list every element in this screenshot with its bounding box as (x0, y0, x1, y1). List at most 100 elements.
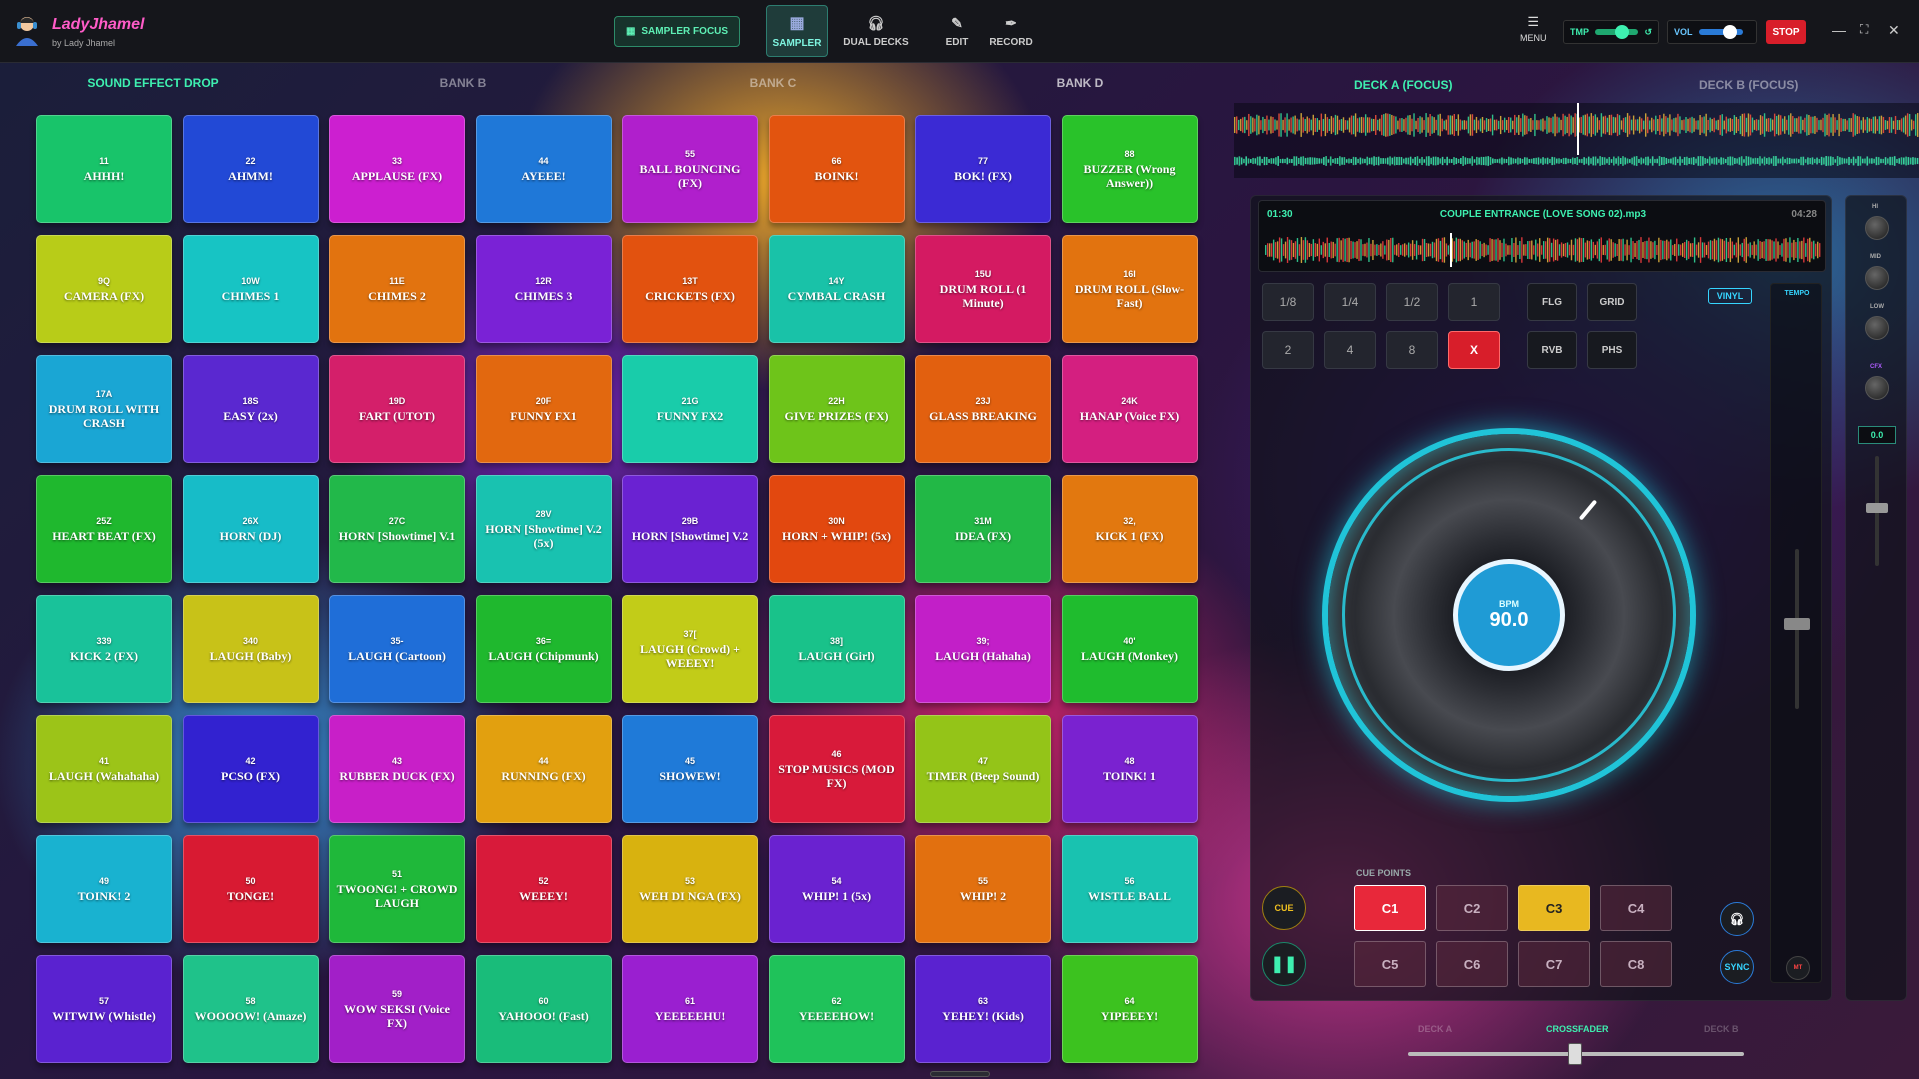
tab-deck-b[interactable]: DECK B (FOCUS) (1699, 78, 1798, 92)
sampler-pad[interactable]: 43 RUBBER DUCK (FX) (329, 715, 465, 823)
headphone-cue-button[interactable]: 🎧︎ (1720, 902, 1754, 936)
channel-fader-knob[interactable] (1866, 503, 1888, 513)
pitch-fader-knob[interactable] (1784, 618, 1810, 630)
sampler-pad[interactable]: 14Y CYMBAL CRASH (768, 235, 905, 343)
sampler-pad[interactable]: 53 WEH DI NGA (FX) (622, 835, 758, 943)
sampler-pad[interactable]: 63 YEHEY! (Kids) (915, 955, 1051, 1063)
sampler-pad[interactable]: 45 SHOWEW! (622, 715, 758, 823)
tab-sound-effect-drop[interactable]: SOUND EFFECT DROP (87, 76, 218, 90)
cue-point-button[interactable]: C8 (1600, 941, 1672, 987)
sampler-pad[interactable]: 46 STOP MUSICS (MOD FX) (768, 715, 905, 823)
loop-button[interactable]: 8 (1386, 331, 1438, 369)
sampler-pad[interactable]: 33 APPLAUSE (FX) (329, 115, 465, 223)
tab-bank-c[interactable]: BANK C (750, 76, 797, 90)
tab-bank-d[interactable]: BANK D (1057, 76, 1104, 90)
sampler-pad[interactable]: 39; LAUGH (Hahaha) (915, 595, 1051, 703)
volume-knob[interactable] (1722, 25, 1737, 39)
close-icon[interactable]: ✕ (1888, 22, 1900, 39)
sampler-pad[interactable]: 16I DRUM ROLL (Slow-Fast) (1061, 235, 1198, 343)
crossfader-knob[interactable] (1568, 1043, 1582, 1065)
cfx-knob[interactable] (1865, 376, 1889, 400)
cue-point-button[interactable]: C5 (1354, 941, 1426, 987)
minimize-icon[interactable]: — (1832, 22, 1846, 38)
sampler-pad[interactable]: 29B HORN [Showtime] V.2 (622, 475, 758, 583)
sampler-pad[interactable]: 58 WOOOOW! (Amaze) (182, 955, 319, 1063)
sampler-pad[interactable]: 12R CHIMES 3 (475, 235, 612, 343)
sampler-pad[interactable]: 340 LAUGH (Baby) (182, 595, 319, 703)
sampler-pad[interactable]: 42 PCSO (FX) (182, 715, 319, 823)
sampler-pad[interactable]: 31M IDEA (FX) (915, 475, 1051, 583)
tab-deck-a[interactable]: DECK A (FOCUS) (1354, 78, 1452, 92)
tempo-slider[interactable]: TMP ↺ (1563, 20, 1659, 44)
loop-button[interactable]: 4 (1324, 331, 1376, 369)
tempo-track[interactable] (1595, 25, 1639, 39)
sampler-pad[interactable]: 26X HORN (DJ) (182, 475, 319, 583)
sampler-pad[interactable]: 41 LAUGH (Wahahaha) (36, 715, 172, 823)
sampler-pad[interactable]: 23J GLASS BREAKING (915, 355, 1051, 463)
sampler-pad[interactable]: 27C HORN [Showtime] V.1 (329, 475, 465, 583)
sampler-pad[interactable]: 15U DRUM ROLL (1 Minute) (915, 235, 1051, 343)
sampler-pad[interactable]: 21G FUNNY FX2 (622, 355, 758, 463)
eq-hi-knob[interactable] (1865, 216, 1889, 240)
track-waveform[interactable] (1265, 233, 1821, 267)
reset-icon[interactable]: ↺ (1644, 27, 1652, 38)
cue-point-button[interactable]: C2 (1436, 885, 1508, 931)
sampler-pad[interactable]: 38] LAUGH (Girl) (768, 595, 905, 703)
stop-button[interactable]: STOP (1766, 20, 1806, 44)
sampler-pad[interactable]: 18S EASY (2x) (182, 355, 319, 463)
sampler-pad[interactable]: 77 BOK! (FX) (915, 115, 1051, 223)
grid-scroll-handle[interactable] (930, 1071, 990, 1077)
sampler-pad[interactable]: 20F FUNNY FX1 (475, 355, 612, 463)
loop-button[interactable]: 2 (1262, 331, 1314, 369)
sampler-focus-button[interactable]: ▦ SAMPLER FOCUS (614, 16, 740, 47)
sampler-pad[interactable]: 54 WHIP! 1 (5x) (768, 835, 905, 943)
sampler-pad[interactable]: 36= LAUGH (Chipmunk) (475, 595, 612, 703)
sampler-pad[interactable]: 50 TONGE! (182, 835, 319, 943)
loop-button[interactable]: 1/8 (1262, 283, 1314, 321)
sampler-pad[interactable]: 49 TOINK! 2 (36, 835, 172, 943)
loop-button[interactable]: 1/2 (1386, 283, 1438, 321)
cue-point-button[interactable]: C3 (1518, 885, 1590, 931)
sampler-pad[interactable]: 55 WHIP! 2 (915, 835, 1051, 943)
sampler-pad[interactable]: 44 RUNNING (FX) (475, 715, 612, 823)
sync-button[interactable]: SYNC (1720, 950, 1754, 984)
cue-point-button[interactable]: C6 (1436, 941, 1508, 987)
sampler-pad[interactable]: 44 AYEEE! (475, 115, 612, 223)
overview-waveform[interactable] (1234, 103, 1919, 178)
sampler-pad[interactable]: 64 YIPEEEY! (1061, 955, 1198, 1063)
loop-button[interactable]: X (1448, 331, 1500, 369)
cue-point-button[interactable]: C1 (1354, 885, 1426, 931)
volume-slider[interactable]: VOL (1667, 20, 1757, 44)
menu-button[interactable]: ☰ MENU (1520, 14, 1547, 43)
sampler-pad[interactable]: 30N HORN + WHIP! (5x) (768, 475, 905, 583)
fx-grid-button[interactable]: GRID (1587, 283, 1637, 321)
sampler-pad[interactable]: 24K HANAP (Voice FX) (1061, 355, 1198, 463)
sampler-pad[interactable]: 59 WOW SEKSI (Voice FX) (329, 955, 465, 1063)
sampler-pad[interactable]: 48 TOINK! 1 (1061, 715, 1198, 823)
fullscreen-icon[interactable]: ⛶ (1860, 22, 1868, 37)
sampler-pad[interactable]: 11E CHIMES 2 (329, 235, 465, 343)
sampler-pad[interactable]: 11 AHHH! (36, 115, 172, 223)
sampler-pad[interactable]: 52 WEEEY! (475, 835, 612, 943)
sampler-pad[interactable]: 66 BOINK! (768, 115, 905, 223)
nav-edit[interactable]: ✎ EDIT (930, 5, 984, 57)
sampler-pad[interactable]: 32, KICK 1 (FX) (1061, 475, 1198, 583)
vinyl-toggle[interactable]: VINYL (1708, 288, 1752, 304)
sampler-pad[interactable]: 56 WISTLE BALL (1061, 835, 1198, 943)
sampler-pad[interactable]: 28V HORN [Showtime] V.2 (5x) (475, 475, 612, 583)
sampler-pad[interactable]: 22H GIVE PRIZES (FX) (768, 355, 905, 463)
fx-phaser-button[interactable]: PHS (1587, 331, 1637, 369)
sampler-pad[interactable]: 25Z HEART BEAT (FX) (36, 475, 172, 583)
loop-button[interactable]: 1 (1448, 283, 1500, 321)
sampler-pad[interactable]: 57 WITWIW (Whistle) (36, 955, 172, 1063)
cue-button[interactable]: CUE (1262, 886, 1306, 930)
sampler-pad[interactable]: 40' LAUGH (Monkey) (1061, 595, 1198, 703)
sampler-pad[interactable]: 9Q CAMERA (FX) (36, 235, 172, 343)
eq-mid-knob[interactable] (1865, 266, 1889, 290)
sampler-pad[interactable]: 19D FART (UTOT) (329, 355, 465, 463)
sampler-pad[interactable]: 55 BALL BOUNCING (FX) (622, 115, 758, 223)
sampler-pad[interactable]: 339 KICK 2 (FX) (36, 595, 172, 703)
cue-point-button[interactable]: C4 (1600, 885, 1672, 931)
sampler-pad[interactable]: 13T CRICKETS (FX) (622, 235, 758, 343)
tempo-knob[interactable] (1615, 25, 1629, 39)
